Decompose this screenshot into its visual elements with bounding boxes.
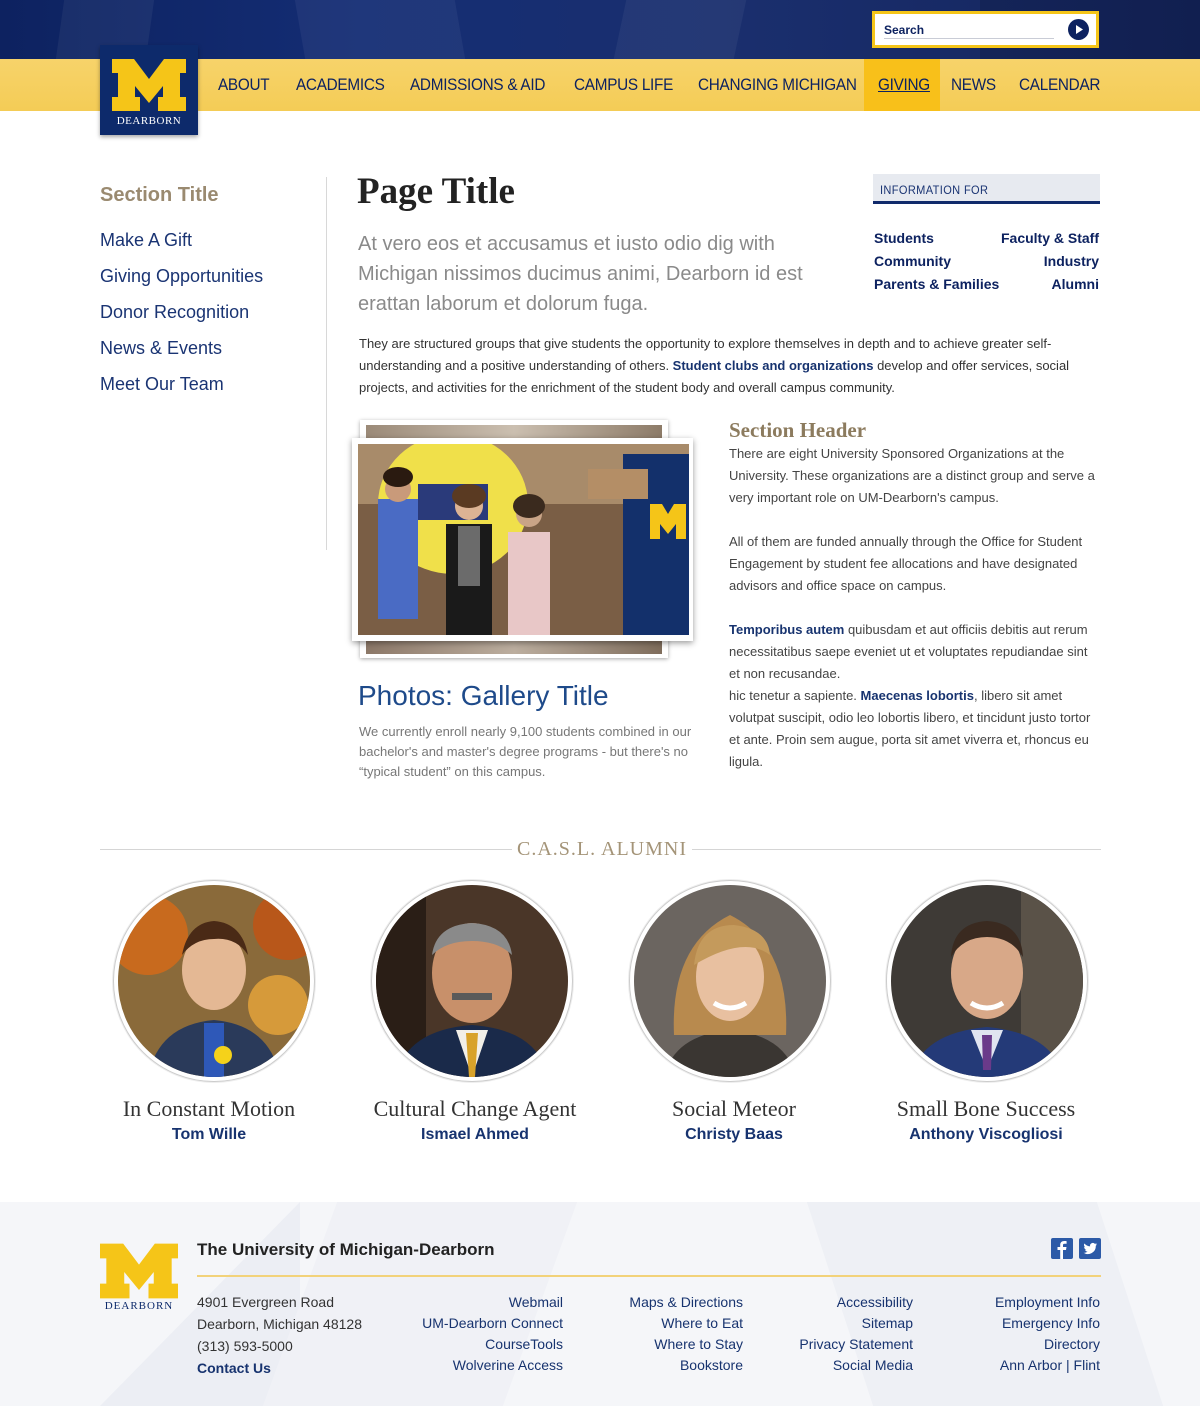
footer-rule: [197, 1275, 1101, 1277]
sidebar-item-giving-opportunities[interactable]: Giving Opportunities: [100, 266, 263, 287]
nav-about[interactable]: ABOUT: [218, 59, 270, 111]
footer-link-um-dearborn-connect[interactable]: UM-Dearborn Connect: [422, 1315, 563, 1331]
logo-wordmark: DEARBORN: [116, 115, 182, 127]
alumni-photo-anthony-viscogliosi[interactable]: [886, 880, 1088, 1082]
address-phone: (313) 593-5000: [197, 1338, 293, 1354]
footer-link-employment-info[interactable]: Employment Info: [995, 1294, 1100, 1310]
sidebar-item-news-events[interactable]: News & Events: [100, 338, 222, 359]
facebook-icon[interactable]: [1051, 1238, 1073, 1259]
nav-changing-michigan[interactable]: CHANGING MICHIGAN: [698, 59, 857, 111]
footer-link-wolverine-access[interactable]: Wolverine Access: [453, 1357, 563, 1373]
info-link-community[interactable]: Community: [874, 253, 951, 269]
alumni-photo-ismael-ahmed[interactable]: [371, 880, 573, 1082]
alumni-portrait: [376, 885, 568, 1077]
alumni-name-anthony-viscogliosi[interactable]: Anthony Viscogliosi: [861, 1126, 1111, 1144]
alumni-section-title: C.A.S.L. ALUMNI: [512, 838, 692, 861]
footer-link-webmail[interactable]: Webmail: [509, 1294, 563, 1310]
alumni-name-tom-wille[interactable]: Tom Wille: [84, 1126, 334, 1144]
temporibus-link[interactable]: Temporibus autem: [729, 622, 844, 637]
alumni-caption-3: Social Meteor: [671, 1096, 797, 1121]
portrait-icon: [634, 885, 826, 1077]
address-city: Dearborn, Michigan 48128: [197, 1316, 362, 1332]
alumni-rule-right: [692, 849, 1101, 850]
info-link-industry[interactable]: Industry: [1044, 253, 1099, 269]
alumni-photo-tom-wille[interactable]: [113, 880, 315, 1082]
sidebar-item-meet-our-team[interactable]: Meet Our Team: [100, 374, 224, 395]
section-header: Section Header: [729, 418, 867, 442]
info-link-parents-families[interactable]: Parents & Families: [874, 276, 999, 292]
maecenas-link[interactable]: Maecenas lobortis: [861, 688, 974, 703]
gallery-title-link[interactable]: Photos: Gallery Title: [358, 680, 609, 712]
sidebar-item-donor-recognition[interactable]: Donor Recognition: [100, 302, 249, 323]
footer-link-directory[interactable]: Directory: [1044, 1336, 1100, 1352]
footer-link-where-to-stay[interactable]: Where to Stay: [654, 1336, 743, 1352]
info-link-students[interactable]: Students: [874, 230, 934, 246]
information-for-label: INFORMATION FOR: [880, 183, 989, 197]
footer-link-emergency-info[interactable]: Emergency Info: [1002, 1315, 1100, 1331]
block-m-logo-mark: [112, 59, 186, 111]
footer-link-where-to-eat[interactable]: Where to Eat: [661, 1315, 743, 1331]
alumni-portrait: [891, 885, 1083, 1077]
footer-link-privacy-statement[interactable]: Privacy Statement: [799, 1336, 913, 1352]
footer-link-coursetools[interactable]: CourseTools: [485, 1336, 563, 1352]
sidebar-section-title: Section Title: [100, 184, 219, 206]
sidebar-divider: [326, 177, 327, 550]
page-title: Page Title: [357, 171, 515, 212]
information-for-header: INFORMATION FOR: [873, 174, 1100, 204]
twitter-icon[interactable]: [1079, 1238, 1101, 1259]
footer-link-maps-directions[interactable]: Maps & Directions: [629, 1294, 743, 1310]
sidebar-item-make-a-gift[interactable]: Make A Gift: [100, 230, 192, 251]
footer-link-sitemap[interactable]: Sitemap: [862, 1315, 913, 1331]
lead-paragraph: At vero eos et accusamus et iusto odio d…: [358, 233, 803, 315]
gallery-caption: We currently enroll nearly 9,100 student…: [359, 724, 692, 779]
arrow-right-circle-icon: [1076, 25, 1083, 34]
footer-link-social-media[interactable]: Social Media: [833, 1357, 913, 1373]
section-paragraph-2: All of them are funded annually through …: [729, 534, 1083, 593]
nav-admissions-aid[interactable]: ADMISSIONS & AID: [410, 59, 545, 111]
search-box: [872, 11, 1099, 48]
alumni-caption-2: Cultural Change Agent: [373, 1096, 577, 1121]
facebook-glyph: [1057, 1241, 1067, 1259]
footer-title: The University of Michigan-Dearborn: [197, 1240, 495, 1259]
search-input[interactable]: [884, 21, 1054, 39]
portrait-icon: [376, 885, 568, 1077]
alumni-caption-1: In Constant Motion: [122, 1096, 296, 1121]
gallery-photo-image: [358, 444, 689, 635]
footer-block-m-logo[interactable]: [100, 1243, 178, 1299]
nav-calendar[interactable]: CALENDAR: [1019, 59, 1100, 111]
students-group-photo-icon: [358, 444, 689, 635]
portrait-icon: [118, 885, 310, 1077]
alumni-name-christy-baas[interactable]: Christy Baas: [609, 1126, 859, 1144]
info-link-faculty-staff[interactable]: Faculty & Staff: [1001, 230, 1099, 246]
portrait-icon: [891, 885, 1083, 1077]
alumni-photo-christy-baas[interactable]: [629, 880, 831, 1082]
gallery-photo[interactable]: [352, 438, 693, 641]
section-paragraph-1: There are eight University Sponsored Org…: [729, 446, 1095, 505]
section-paragraph-3: Temporibus autem quibusdam et aut offici…: [729, 619, 1101, 773]
twitter-glyph: [1083, 1242, 1097, 1255]
alumni-name-ismael-ahmed[interactable]: Ismael Ahmed: [350, 1126, 600, 1144]
nav-news[interactable]: NEWS: [951, 59, 996, 111]
nav-academics[interactable]: ACADEMICS: [296, 59, 385, 111]
university-logo[interactable]: DEARBORN: [100, 45, 198, 135]
alumni-portrait: [118, 885, 310, 1077]
address-street: 4901 Evergreen Road: [197, 1294, 334, 1310]
student-clubs-link[interactable]: Student clubs and organizations: [673, 358, 874, 373]
search-submit-button[interactable]: [1068, 19, 1089, 40]
footer-link-accessibility[interactable]: Accessibility: [837, 1294, 913, 1310]
footer-link-ann-arbor-flint[interactable]: Ann Arbor | Flint: [1000, 1357, 1100, 1373]
footer-link-bookstore[interactable]: Bookstore: [680, 1357, 743, 1373]
nav-giving[interactable]: GIVING: [878, 59, 930, 111]
info-link-alumni[interactable]: Alumni: [1052, 276, 1099, 292]
section-paragraph-4-start: hic tenetur a sapiente.: [729, 688, 861, 703]
alumni-rule-left: [100, 849, 512, 850]
intro-paragraph: They are structured groups that give stu…: [359, 333, 1101, 399]
footer-logo-wordmark: DEARBORN: [104, 1300, 174, 1312]
nav-campus-life[interactable]: CAMPUS LIFE: [574, 59, 673, 111]
alumni-caption-4: Small Bone Success: [896, 1096, 1076, 1121]
alumni-portrait: [634, 885, 826, 1077]
contact-us-link[interactable]: Contact Us: [197, 1360, 271, 1376]
